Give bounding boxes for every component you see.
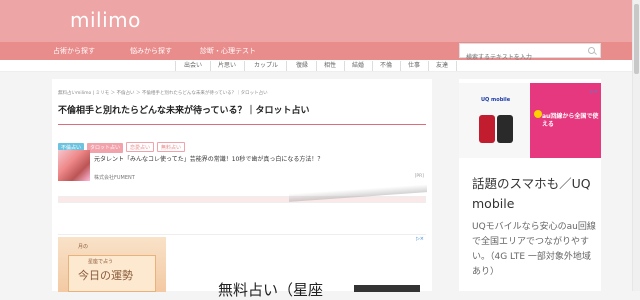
ad-image-big: 今日の運勢 [78,269,133,282]
ad-divider-bar [58,184,427,203]
category-aisho[interactable]: 相性 [316,61,346,71]
title-underline [58,124,426,125]
ad-thumbnail[interactable] [58,150,90,181]
ad-image-small: 星座で占う [88,259,114,265]
sidebar-ad[interactable]: UQ mobile au回線から全国で使える ▷× [459,83,601,158]
category-couple[interactable]: カップル [246,61,288,71]
nav-item-divination-type[interactable]: 占術から探す [53,46,95,56]
sidebar-ad-title[interactable]: 話題のスマホも／UQ mobile [472,174,598,214]
display-ad[interactable]: 月の 星座で占う 今日の運勢 無料占い（星座 ▷× [58,234,426,299]
category-deai[interactable]: 出会い [175,61,212,71]
site-logo[interactable]: milimo [70,8,141,32]
category-tomodachi[interactable]: 友達 [428,61,458,71]
page-title: 不倫相手と別れたらどんな未来が待っている？｜タロット占い [58,106,310,116]
sidebar: UQ mobile au回線から全国で使える ▷× 話題のスマホも／UQ mob… [459,79,601,291]
badge-icon [534,110,542,118]
ad-image-tag: 月の [78,244,89,250]
ad-company: 株式会社FUMENT [94,175,135,181]
sidebar-ad-body[interactable]: UQモバイルなら安心のau回線で全国エリアでつながりやすい。（4G LTE 一部… [472,220,598,280]
sidebar-ad-phones[interactable]: UQ mobile [459,83,530,158]
sidebar-ad-brand: UQ mobile [481,97,511,103]
search-box [459,43,601,64]
display-ad-headline[interactable]: 無料占い（星座 [218,279,323,300]
site-header: milimo [0,0,632,42]
sponsored-ad[interactable]: 元タレント「みんなコレ使ってた」芸能界の常識！10秒で歯が真っ白になる方法！？ … [58,150,426,188]
adchoices-icon[interactable]: ▷× [416,236,424,242]
scrollbar-thumb[interactable] [634,4,639,74]
nav-item-worries[interactable]: 悩みから探す [130,46,172,56]
ad-image[interactable]: 月の 星座で占う 今日の運勢 [58,237,166,292]
sidebar-adchoices-icon[interactable]: ▷× [590,89,598,95]
breadcrumb[interactable]: 無料占いmilimo | ミリモ ＞ 不倫占い ＞ 不倫相手と別れたらどんな未来… [58,90,268,96]
search-icon[interactable] [588,47,595,54]
category-nav: 出会い 片思い カップル 復縁 相性 結婚 不倫 仕事 友達 [0,60,632,72]
phone-black-icon [497,115,513,143]
phone-red-icon [479,115,495,143]
article-main: 無料占いmilimo | ミリモ ＞ 不倫占い ＞ 不倫相手と別れたらどんな未来… [52,79,432,299]
tag-list: 不倫占い タロット占い 恋愛占い 無料占い [58,134,188,153]
category-fukuen[interactable]: 復縁 [288,61,318,71]
ad-headline[interactable]: 元タレント「みんなコレ使ってた」芸能界の常識！10秒で歯が真っ白になる方法！？ [94,154,323,163]
nav-item-diagnosis[interactable]: 診断・心理テスト [200,46,256,56]
category-shigoto[interactable]: 仕事 [400,61,430,71]
ad-pr-label: [PR] [414,174,424,179]
sidebar-ad-promo-text: au回線から全国で使える [542,113,599,128]
category-furin[interactable]: 不倫 [372,61,402,71]
category-kataomoi[interactable]: 片思い [210,61,246,71]
page-scrollbar[interactable] [632,0,640,291]
category-kekkon[interactable]: 結婚 [344,61,374,71]
